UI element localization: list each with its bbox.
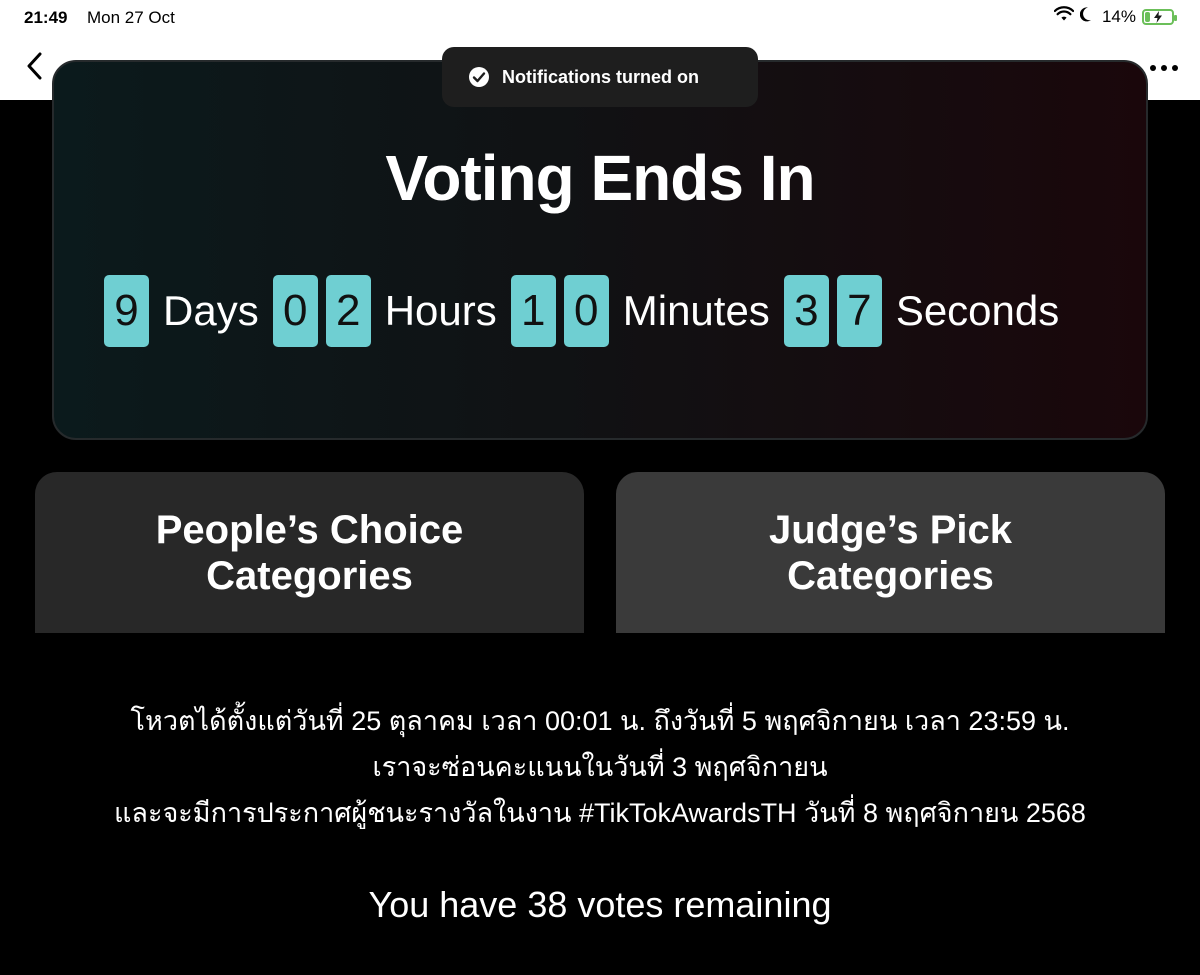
category-subtitle: Categories — [787, 553, 994, 598]
days-digit: 9 — [104, 275, 149, 347]
countdown-title: Voting Ends In — [385, 142, 815, 214]
hours-digit: 0 — [272, 275, 318, 347]
battery-percent: 14% — [1101, 6, 1136, 26]
status-date: Mon 27 Oct — [87, 8, 175, 27]
seconds-label: Seconds — [895, 287, 1060, 334]
minutes-label: Minutes — [622, 287, 770, 334]
moon-icon — [1079, 6, 1096, 27]
status-bar: 21:49 Mon 27 Oct 14% — [0, 0, 1200, 34]
wifi-icon — [1053, 6, 1075, 27]
toast-text: Notifications turned on — [502, 66, 699, 87]
category-subtitle: Categories — [206, 553, 413, 598]
hours-digit: 2 — [325, 275, 371, 347]
seconds-digit: 3 — [783, 275, 829, 347]
hidden-scores-text: เราจะซ่อนคะแนนในวันที่ 3 พฤศจิกายน — [372, 752, 828, 782]
days-label: Days — [163, 287, 259, 334]
winners-announcement-text: และจะมีการประกาศผู้ชนะรางวัลในงาน #TikTo… — [114, 798, 1086, 828]
hours-label: Hours — [384, 287, 497, 334]
judges-pick-categories-button[interactable]: Judge’s Pick Categories — [616, 472, 1165, 633]
voting-info: โหวตได้ตั้งแต่วันที่ 25 ตุลาคม เวลา 00:0… — [0, 698, 1200, 836]
more-horizontal-icon — [1150, 65, 1178, 71]
votes-remaining: You have 38 votes remaining — [368, 884, 832, 925]
status-time: 21:49 — [24, 8, 68, 27]
notification-toast: Notifications turned on — [442, 47, 758, 107]
countdown-card: Voting Ends In 9 Days 0 2 Hours 1 0 Minu… — [52, 60, 1148, 440]
category-title: People’s Choice — [155, 507, 464, 552]
minutes-digit: 0 — [563, 275, 609, 347]
back-button[interactable] — [14, 46, 54, 86]
category-title: Judge’s Pick — [768, 507, 1013, 552]
status-indicators: 14% — [1053, 6, 1177, 27]
check-circle-icon — [469, 67, 489, 87]
seconds-digit: 7 — [836, 275, 882, 347]
more-button[interactable] — [1144, 48, 1184, 88]
minutes-digit: 1 — [510, 275, 556, 347]
peoples-choice-categories-button[interactable]: People’s Choice Categories — [35, 472, 584, 633]
voting-period-text: โหวตได้ตั้งแต่วันที่ 25 ตุลาคม เวลา 00:0… — [130, 706, 1070, 736]
countdown-timer: 9 Days 0 2 Hours 1 0 Minutes 3 7 Seconds — [104, 275, 1073, 347]
battery-charging-icon — [1142, 8, 1177, 25]
chevron-left-icon — [27, 52, 42, 80]
